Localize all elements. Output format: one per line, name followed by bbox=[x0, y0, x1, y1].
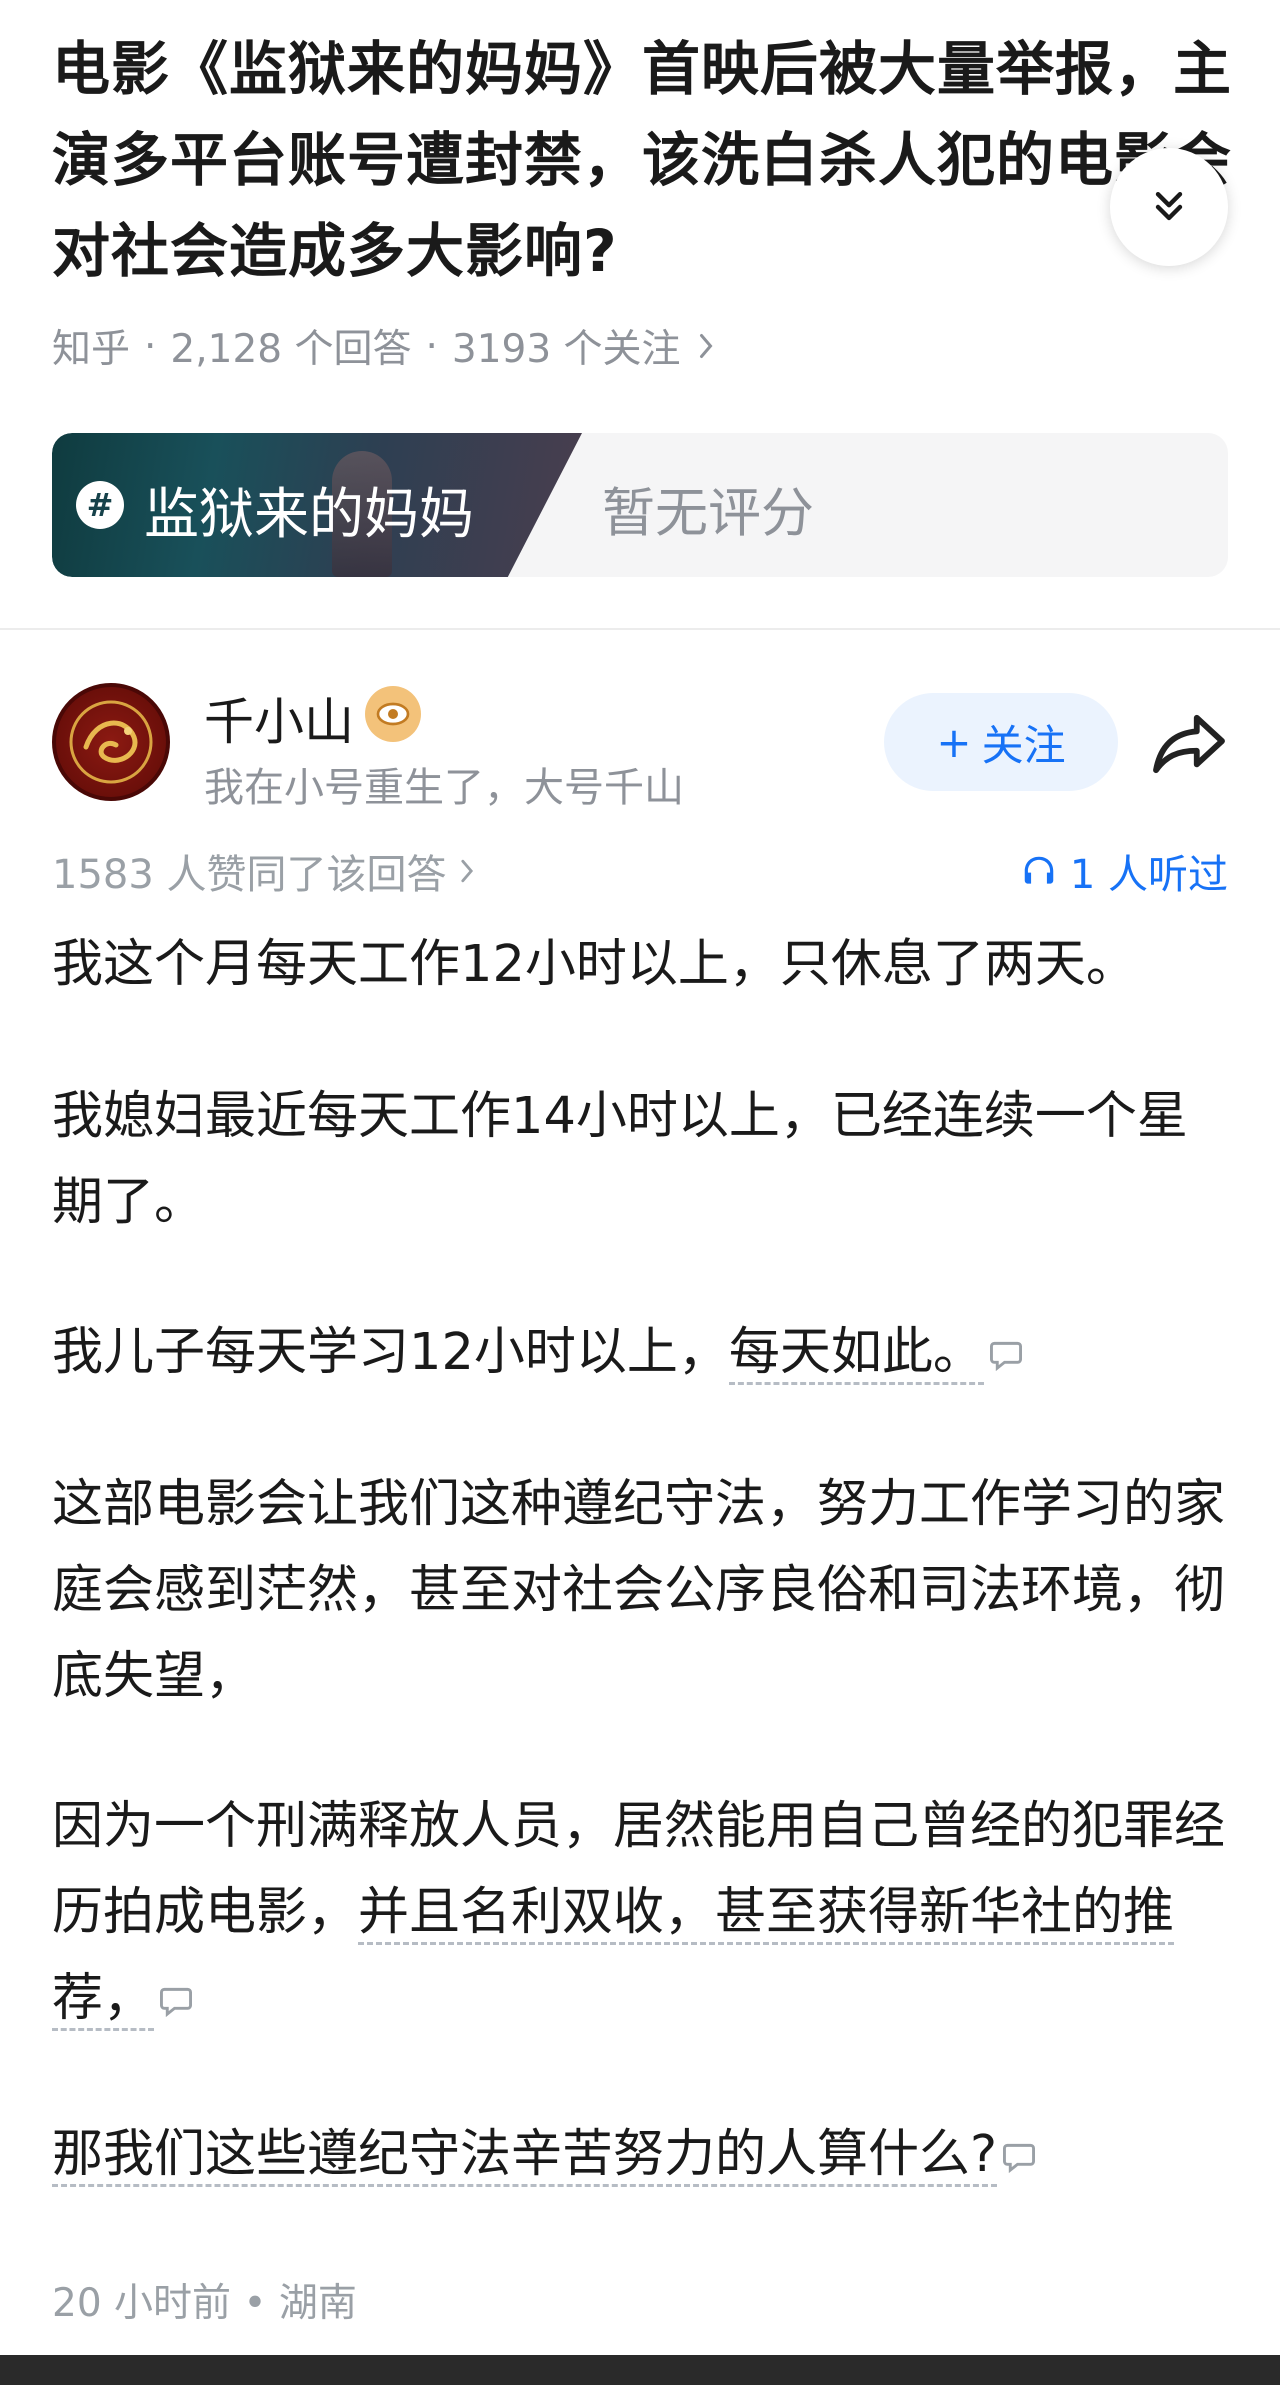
follow-label: 关注 bbox=[981, 720, 1066, 770]
chevron-right-icon bbox=[699, 334, 713, 358]
highlighted-text[interactable]: 每天如此。 bbox=[728, 1323, 984, 1385]
answer-paragraph: 那我们这些遵纪守法辛苦努力的人算什么? bbox=[52, 2112, 1232, 2198]
answer-count: 2,128 个回答 bbox=[170, 327, 412, 372]
listen-count[interactable]: 1 人听过 bbox=[1020, 842, 1228, 900]
separator: · bbox=[425, 323, 438, 369]
headphones-icon bbox=[1024, 856, 1054, 884]
comment-icon[interactable] bbox=[158, 1985, 194, 2017]
answer-paragraph: 我媳妇最近每天工作14小时以上，已经连续一个星期了。 bbox=[52, 1087, 1188, 1232]
likes-text: 1583 人赞同了该回答 bbox=[52, 852, 447, 898]
author-name[interactable]: 千小山 bbox=[204, 682, 354, 754]
post-time: 20 小时前 bbox=[52, 2281, 232, 2326]
avatar[interactable] bbox=[52, 683, 170, 801]
answer-paragraph: 我儿子每天学习12小时以上，每天如此。 bbox=[52, 1310, 1232, 1396]
chevron-double-down-icon bbox=[1155, 191, 1183, 221]
question-title[interactable]: 电影《监狱来的妈妈》首映后被大量举报，主演多平台账号遭封禁，该洗白杀人犯的电影会… bbox=[52, 24, 1232, 297]
chevron-right-icon bbox=[460, 859, 473, 883]
listen-text: 1 人听过 bbox=[1069, 852, 1228, 898]
post-location: 湖南 bbox=[278, 2281, 357, 2326]
answer-paragraph: 我这个月每天工作12小时以上，只休息了两天。 bbox=[52, 935, 1137, 994]
hash-icon: # bbox=[76, 481, 124, 529]
likes-count[interactable]: 1583 人赞同了该回答 bbox=[52, 842, 477, 900]
movie-card[interactable]: # 监狱来的妈妈 暂无评分 bbox=[52, 433, 1228, 577]
collapse-button[interactable] bbox=[1110, 148, 1228, 266]
answer-paragraph: 这部电影会让我们这种遵纪守法，努力工作学习的家庭会感到茫然，甚至对社会公序良俗和… bbox=[52, 1475, 1226, 1706]
author-bio: 我在小号重生了，大号千山 bbox=[204, 765, 684, 811]
follow-count: 3193 个关注 bbox=[451, 327, 681, 372]
separator: • bbox=[243, 2281, 267, 2326]
comment-icon[interactable] bbox=[988, 1339, 1024, 1371]
paragraph-text: 我儿子每天学习12小时以上， bbox=[52, 1323, 729, 1382]
movie-name: 监狱来的妈妈 bbox=[144, 482, 475, 546]
plus-icon: + bbox=[936, 717, 972, 767]
comment-icon[interactable] bbox=[1001, 2141, 1037, 2173]
separator: · bbox=[144, 323, 157, 369]
question-meta[interactable]: 知乎 · 2,128 个回答 · 3193 个关注 bbox=[52, 318, 717, 374]
dragon-emblem-icon bbox=[69, 700, 153, 784]
movie-rating: 暂无评分 bbox=[602, 483, 814, 544]
share-icon[interactable] bbox=[1150, 710, 1228, 776]
answer-paragraph: 因为一个刑满释放人员，居然能用自己曾经的犯罪经历拍成电影，并且名利双收，甚至获得… bbox=[52, 1784, 1232, 2042]
divider bbox=[0, 628, 1280, 630]
source-label: 知乎 bbox=[52, 327, 131, 372]
follow-button[interactable]: + 关注 bbox=[884, 693, 1118, 791]
highlighted-text[interactable]: 那我们这些遵纪守法辛苦努力的人算什么? bbox=[52, 2125, 998, 2187]
bottom-bar bbox=[0, 2355, 1280, 2385]
verified-badge-icon bbox=[365, 686, 421, 742]
answer-footer: 20 小时前 • 湖南 bbox=[52, 2272, 357, 2328]
